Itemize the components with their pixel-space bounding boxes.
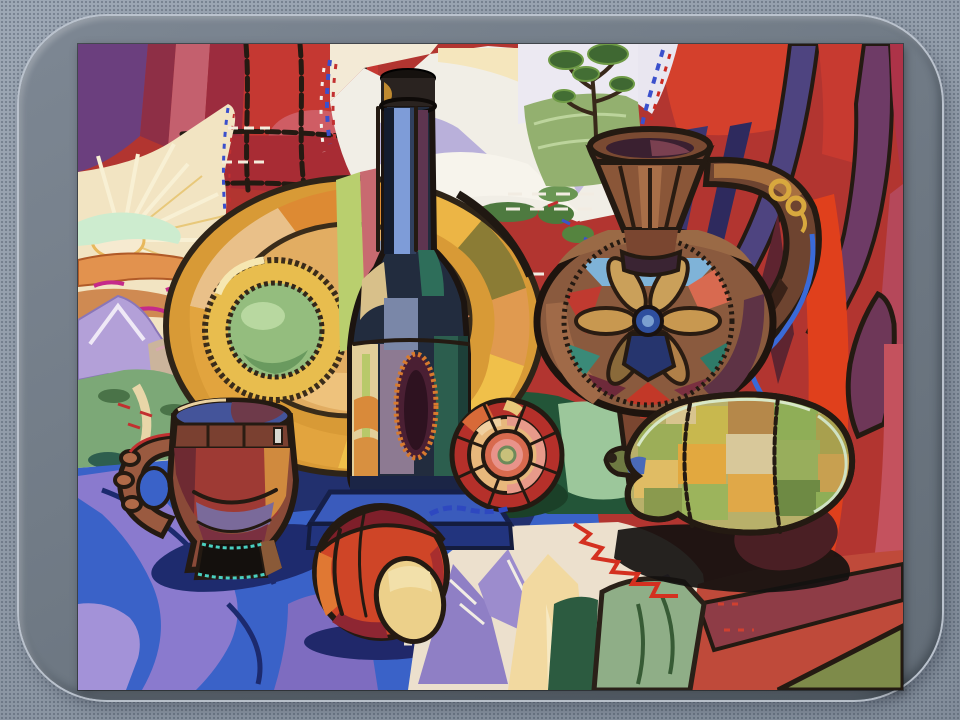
paint-stroke — [246, 44, 248, 190]
paint-stroke — [728, 474, 776, 512]
artwork-image — [78, 44, 903, 690]
paint-stroke — [300, 44, 304, 186]
paint-stroke — [728, 398, 774, 434]
paint-stroke — [138, 468, 170, 508]
paint-stroke — [549, 51, 583, 69]
paint-stroke — [548, 597, 598, 690]
paint-stroke — [624, 230, 678, 256]
paint-stroke — [642, 315, 654, 327]
slide-background — [0, 0, 960, 720]
paint-stroke — [553, 90, 575, 102]
paint-stroke — [123, 497, 141, 511]
paint-stroke — [394, 108, 410, 254]
paint-stroke — [638, 424, 682, 460]
paint-stroke — [174, 424, 290, 448]
paint-stroke — [594, 579, 704, 690]
paint-stroke — [774, 440, 820, 480]
paint-stroke — [660, 44, 790, 135]
paint-stroke — [573, 67, 599, 81]
paint-stroke — [610, 77, 634, 91]
paint-stroke — [499, 447, 515, 463]
paint-stroke — [490, 288, 530, 366]
paint-stroke — [98, 389, 130, 403]
paint-stroke — [726, 434, 774, 474]
striped-ball — [452, 400, 562, 510]
paint-stroke — [384, 108, 394, 254]
paint-stroke — [538, 204, 574, 224]
paint-stroke — [274, 428, 282, 444]
paint-stroke — [121, 451, 139, 465]
paint-stroke — [404, 370, 428, 450]
plate-ring — [205, 260, 345, 400]
still-life-painting — [78, 44, 903, 690]
paint-stroke — [576, 308, 636, 334]
paint-stroke — [115, 473, 133, 487]
paint-stroke — [354, 396, 378, 432]
paint-stroke — [241, 302, 285, 330]
paint-stroke — [607, 453, 617, 463]
paint-stroke — [660, 308, 720, 334]
paint-stroke — [228, 283, 322, 377]
paint-stroke — [588, 44, 628, 64]
paint-stroke — [776, 480, 820, 516]
